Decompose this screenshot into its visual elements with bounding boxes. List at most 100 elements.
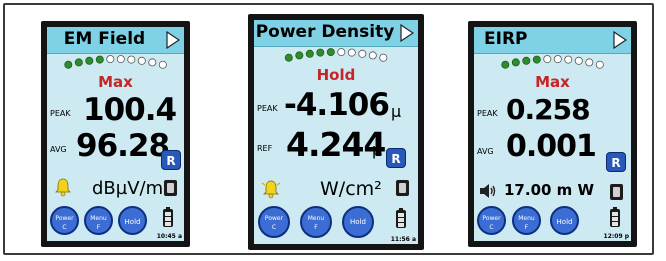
avg-value: 96.28 <box>76 128 170 164</box>
peak-label: PEAK <box>50 109 71 118</box>
meter-panel-eirp: EIRP Max PEAK 0.258 AVG 0.001 R 17.00 m … <box>468 21 637 247</box>
unit-label: dBµV/m <box>92 178 164 199</box>
reset-button[interactable]: R <box>606 152 626 172</box>
peak-label: PEAK <box>477 109 498 118</box>
peak-value: 0.258 <box>506 93 591 126</box>
led-on <box>85 56 94 65</box>
led-on <box>532 55 541 64</box>
led-off <box>585 58 594 67</box>
unit-box-icon[interactable] <box>164 180 177 196</box>
led-off <box>137 56 146 65</box>
led-off <box>595 60 604 69</box>
power-softkey[interactable]: Power C <box>477 206 506 235</box>
title-bar: EIRP <box>474 27 631 54</box>
signal-arc-leds <box>64 55 167 69</box>
peak-value: -4.106 <box>284 87 390 123</box>
led-off <box>564 55 573 64</box>
play-icon[interactable] <box>166 31 180 49</box>
led-off <box>379 53 388 62</box>
power-softkey-label: Power C <box>482 215 501 231</box>
bell-icon <box>261 180 281 199</box>
meter-panel-power-density: Power Density Hold PEAK -4.106 µ REF 4.2… <box>248 14 424 250</box>
mode-indicator: Max <box>535 73 570 91</box>
mode-indicator: Max <box>98 73 133 91</box>
clock-time: 10:45 a <box>156 233 182 240</box>
hold-softkey-label: Hold <box>350 218 366 226</box>
mode-indicator: Hold <box>316 66 356 84</box>
panel-title: Power Density <box>255 22 395 42</box>
led-on <box>284 53 293 62</box>
led-off <box>148 58 157 67</box>
led-on <box>522 56 531 65</box>
battery-icon <box>610 207 620 227</box>
avg-label: AVG <box>477 147 494 156</box>
hold-softkey-label: Hold <box>556 218 573 226</box>
led-on <box>74 58 83 67</box>
led-off <box>106 55 115 64</box>
power-softkey[interactable]: Power C <box>258 206 290 238</box>
ref-value: 4.244 <box>286 125 386 164</box>
led-off <box>358 49 367 58</box>
ref-label: REF <box>257 144 273 153</box>
ref-value-prefix: µ <box>372 140 383 159</box>
hold-softkey[interactable]: Hold <box>342 206 374 238</box>
reset-button[interactable]: R <box>386 148 406 168</box>
hold-softkey-label: Hold <box>124 218 141 226</box>
clock-time: 12:09 p <box>603 233 629 240</box>
battery-icon <box>163 207 173 227</box>
unit-label: W/cm² <box>320 178 382 200</box>
signal-arc-leds <box>501 55 604 69</box>
avg-label: AVG <box>50 145 67 154</box>
led-on <box>295 51 304 60</box>
unit-box-icon[interactable] <box>396 180 409 196</box>
led-off <box>347 48 356 57</box>
led-off <box>368 51 377 60</box>
menu-softkey-label: Menu F <box>90 215 107 231</box>
title-bar: Power Density <box>254 20 418 47</box>
unit-box-icon[interactable] <box>610 184 623 200</box>
menu-softkey[interactable]: Menu F <box>84 206 113 235</box>
clock-time: 11:56 a <box>390 236 416 243</box>
led-on <box>305 49 314 58</box>
play-icon[interactable] <box>400 24 414 42</box>
hold-softkey[interactable]: Hold <box>118 206 147 235</box>
panel-title: EIRP <box>484 29 528 49</box>
power-softkey-label: Power C <box>55 215 74 231</box>
unit-label: 17.00 m W <box>504 181 595 199</box>
led-off <box>543 55 552 64</box>
reset-button[interactable]: R <box>161 150 181 170</box>
led-off <box>337 48 346 57</box>
meter-panel-em-field: EM Field Max PEAK 100.4 AVG 96.28 R dBµV… <box>41 21 190 247</box>
peak-label: PEAK <box>257 104 278 113</box>
speaker-icon <box>480 184 496 198</box>
hold-softkey[interactable]: Hold <box>550 206 579 235</box>
menu-softkey[interactable]: Menu F <box>512 206 541 235</box>
led-on <box>316 48 325 57</box>
power-softkey[interactable]: Power C <box>50 206 79 235</box>
peak-value-prefix: µ <box>391 102 402 121</box>
led-off <box>127 55 136 64</box>
panel-title: EM Field <box>63 29 146 49</box>
power-softkey-label: Power C <box>264 215 284 231</box>
menu-softkey-label: Menu F <box>518 215 535 231</box>
peak-value: 100.4 <box>83 92 177 128</box>
bell-icon <box>55 178 71 197</box>
led-on <box>64 60 73 69</box>
led-off <box>116 55 125 64</box>
figure-frame: EM Field Max PEAK 100.4 AVG 96.28 R dBµV… <box>3 3 654 255</box>
menu-softkey[interactable]: Menu F <box>300 206 332 238</box>
avg-value: 0.001 <box>506 129 597 164</box>
meter-screen: Power Density Hold PEAK -4.106 µ REF 4.2… <box>254 20 418 244</box>
led-off <box>574 56 583 65</box>
led-on <box>95 55 104 64</box>
menu-softkey-label: Menu F <box>307 215 325 231</box>
led-off <box>553 55 562 64</box>
led-on <box>511 58 520 67</box>
signal-arc-leds <box>284 48 388 62</box>
title-bar: EM Field <box>47 27 184 54</box>
led-on <box>326 48 335 57</box>
play-icon[interactable] <box>613 31 627 49</box>
meter-screen: EIRP Max PEAK 0.258 AVG 0.001 R 17.00 m … <box>474 27 631 241</box>
led-on <box>501 60 510 69</box>
led-off <box>158 60 167 69</box>
